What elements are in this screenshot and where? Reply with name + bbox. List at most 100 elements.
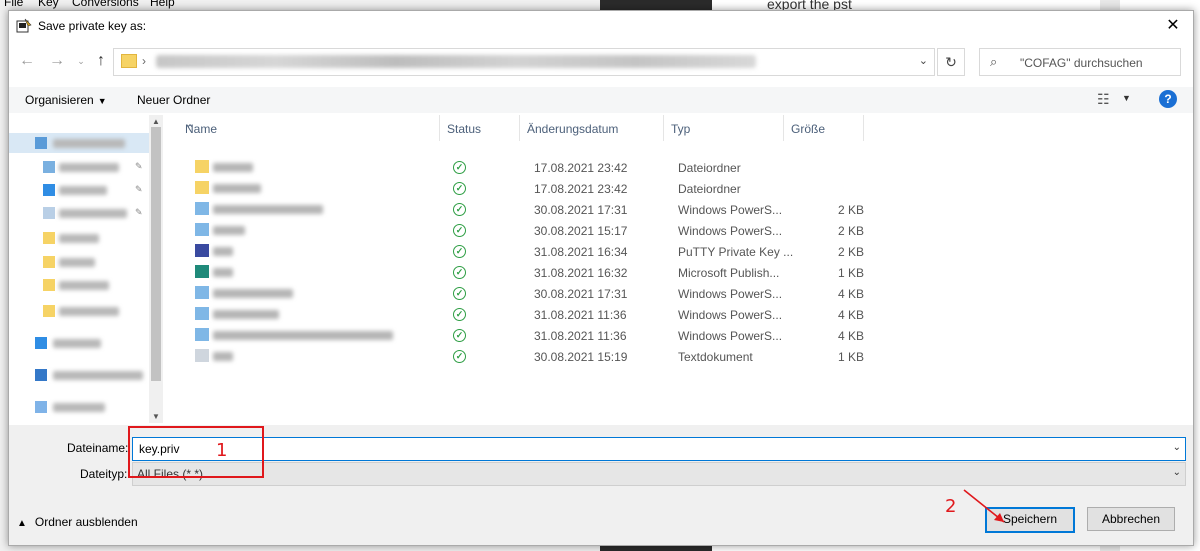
column-label: Änderungsdatum (527, 122, 619, 136)
file-type: Microsoft Publish... (678, 266, 780, 280)
table-row[interactable]: ✓ 31.08.2021 16:32 Microsoft Publish... 1 K… (177, 262, 877, 283)
nav-item-quick-access[interactable] (9, 133, 149, 153)
file-size: 4 KB (837, 287, 864, 301)
cancel-button[interactable]: Abbrechen (1087, 507, 1175, 531)
view-options-icon[interactable]: ☷ (1097, 91, 1110, 108)
file-size: 2 KB (837, 224, 864, 238)
column-header-modified[interactable]: Änderungsdatum (519, 115, 664, 141)
navigation-row: ← → ⌄ ↑ › ⌄ ↻ ⌕ "COFAG" durchsuchen (9, 43, 1193, 79)
nav-item[interactable]: ✎ (9, 180, 149, 200)
background-menubar: File Key Conversions Help (0, 0, 600, 10)
column-header-name[interactable]: Name ⌃ (177, 115, 440, 141)
scroll-up-icon[interactable]: ▲ (152, 117, 160, 126)
table-row[interactable]: ✓ 30.08.2021 15:19 Textdokument 1 KB (177, 346, 877, 367)
table-row[interactable]: ✓ 30.08.2021 17:31 Windows PowerS... 2 KB (177, 199, 877, 220)
folder-icon (121, 54, 137, 68)
file-name-blurred (213, 163, 253, 172)
download-icon (43, 184, 55, 196)
scroll-down-icon[interactable]: ▼ (152, 412, 160, 421)
nav-item[interactable] (9, 365, 149, 385)
table-row[interactable]: ✓ 17.08.2021 23:42 Dateiordner (177, 178, 877, 199)
file-type: PuTTY Private Key ... (678, 245, 794, 259)
search-input[interactable]: ⌕ "COFAG" durchsuchen (979, 48, 1181, 76)
sort-ascending-icon: ⌃ (185, 122, 196, 136)
nav-label-blurred (59, 281, 109, 290)
filetype-select[interactable]: All Files (*.*) ⌄ (132, 462, 1186, 486)
hide-folders-label: Ordner ausblenden (34, 515, 138, 529)
nav-item[interactable] (9, 252, 149, 272)
sync-ok-icon: ✓ (453, 287, 466, 300)
table-row[interactable]: ✓ 30.08.2021 17:31 Windows PowerS... 4 KB (177, 283, 877, 304)
file-date: 30.08.2021 17:31 (534, 287, 628, 301)
menu-key[interactable]: Key (38, 0, 59, 9)
nav-item[interactable] (9, 228, 149, 248)
column-label: Status (447, 122, 482, 136)
chevron-down-icon[interactable]: ⌄ (919, 54, 928, 67)
file-icon (195, 307, 209, 320)
chevron-down-icon[interactable]: ⌄ (1173, 467, 1181, 478)
forward-arrow-icon[interactable]: → (47, 51, 67, 71)
back-arrow-icon[interactable]: ← (17, 51, 37, 71)
file-size: 2 KB (837, 203, 864, 217)
table-row[interactable]: ✓ 31.08.2021 16:34 PuTTY Private Key ... 2 … (177, 241, 877, 262)
file-name-blurred (213, 226, 245, 235)
nav-item[interactable] (9, 275, 149, 295)
file-icon (195, 349, 209, 362)
file-date: 30.08.2021 17:31 (534, 203, 628, 217)
organize-button[interactable]: Organisieren ▼ (25, 93, 107, 107)
hide-folders-button[interactable]: ▲ Ordner ausblenden (17, 515, 138, 529)
cloud-icon (35, 337, 47, 349)
nav-item[interactable] (9, 333, 149, 353)
chevron-down-icon[interactable]: ⌄ (71, 51, 91, 71)
nav-label-blurred (59, 186, 107, 195)
nav-scrollbar[interactable]: ▲ ▼ (149, 115, 163, 423)
file-type: Windows PowerS... (678, 203, 783, 217)
menu-conversions[interactable]: Conversions (72, 0, 139, 9)
drive-icon (35, 369, 47, 381)
filetype-label: Dateityp: (80, 467, 128, 481)
nav-label-blurred (53, 139, 125, 148)
address-path-blurred (156, 55, 756, 68)
annotation-box-1 (128, 426, 264, 478)
file-date: 30.08.2021 15:19 (534, 350, 628, 364)
close-icon[interactable]: ✕ (1153, 11, 1193, 41)
file-size: 2 KB (837, 245, 864, 259)
column-header-type[interactable]: Typ (663, 115, 784, 141)
sync-ok-icon: ✓ (453, 245, 466, 258)
documents-icon (43, 207, 55, 219)
filename-field[interactable]: ⌄ (132, 437, 1186, 461)
file-icon (195, 202, 209, 215)
folder-icon (43, 305, 55, 317)
up-arrow-icon[interactable]: ↑ (91, 51, 111, 71)
nav-item[interactable]: ✎ (9, 203, 149, 223)
file-name-blurred (213, 289, 293, 298)
column-header-size[interactable]: Größe (783, 115, 864, 141)
filename-input[interactable] (137, 440, 1161, 458)
help-icon[interactable]: ? (1159, 90, 1177, 108)
nav-label-blurred (53, 339, 101, 348)
nav-item[interactable]: ✎ (9, 157, 149, 177)
nav-label-blurred (59, 234, 99, 243)
menu-file[interactable]: File (4, 0, 23, 9)
nav-item[interactable] (9, 397, 149, 417)
address-bar[interactable]: › ⌄ (113, 48, 935, 76)
table-row[interactable]: ✓ 17.08.2021 23:42 Dateiordner (177, 157, 877, 178)
table-row[interactable]: ✓ 31.08.2021 11:36 Windows PowerS... 4 KB (177, 304, 877, 325)
file-type: Dateiordner (678, 161, 741, 175)
menu-help[interactable]: Help (150, 0, 175, 9)
caret-down-icon[interactable]: ▼ (1122, 93, 1131, 103)
table-row[interactable]: ✓ 30.08.2021 15:17 Windows PowerS... 2 KB (177, 220, 877, 241)
file-type: Windows PowerS... (678, 287, 783, 301)
file-icon (195, 244, 209, 257)
column-header-status[interactable]: Status (439, 115, 520, 141)
file-type: Windows PowerS... (678, 308, 783, 322)
chevron-down-icon[interactable]: ⌄ (1173, 442, 1181, 453)
table-row[interactable]: ✓ 31.08.2021 11:36 Windows PowerS... 4 KB (177, 325, 877, 346)
nav-item[interactable] (9, 301, 149, 321)
sync-ok-icon: ✓ (453, 224, 466, 237)
search-icon: ⌕ (990, 54, 998, 69)
refresh-icon[interactable]: ↻ (937, 48, 965, 76)
scroll-thumb[interactable] (151, 127, 161, 381)
file-icon (195, 328, 209, 341)
new-folder-button[interactable]: Neuer Ordner (137, 93, 210, 107)
